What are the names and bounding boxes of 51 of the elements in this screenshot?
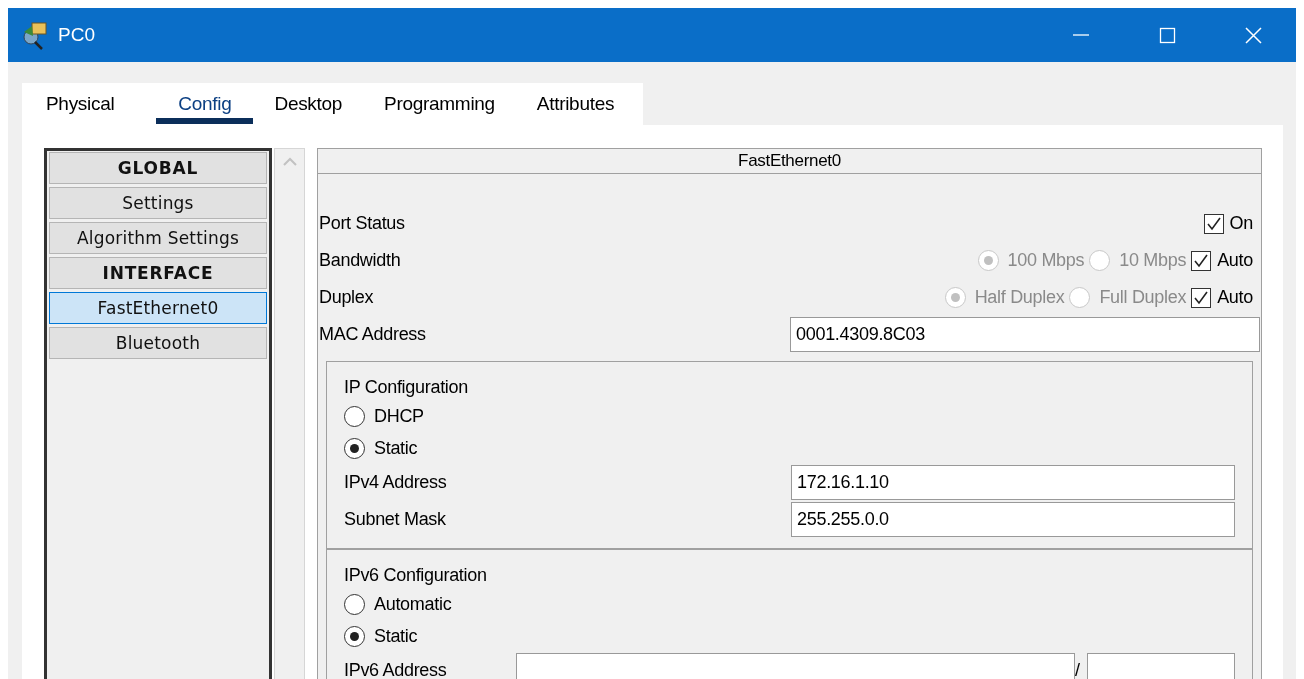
window-title: PC0 bbox=[58, 24, 96, 46]
field-label: IPv6 Address bbox=[344, 660, 447, 679]
text-field[interactable]: 255.255.0.0 bbox=[791, 502, 1235, 537]
separator: / bbox=[1075, 660, 1081, 679]
field-label: Duplex bbox=[319, 287, 374, 308]
prefix-field[interactable] bbox=[1087, 653, 1235, 679]
checkbox[interactable] bbox=[1191, 250, 1212, 271]
radio-button[interactable] bbox=[344, 437, 365, 459]
field-label: MAC Address bbox=[319, 324, 426, 345]
field-label: Bandwidth bbox=[319, 250, 401, 271]
text-field[interactable]: 0001.4309.8C03 bbox=[790, 317, 1260, 352]
tab[interactable]: Config bbox=[156, 83, 254, 125]
checkbox[interactable] bbox=[1191, 287, 1212, 308]
app-icon bbox=[23, 22, 47, 50]
scroll-up-icon[interactable] bbox=[281, 156, 298, 168]
sidebar-item[interactable]: Bluetooth bbox=[49, 327, 267, 359]
field-label: IPv4 Address bbox=[344, 472, 447, 493]
panel-title: FastEthernet0 bbox=[738, 151, 841, 171]
minimize-icon bbox=[1073, 34, 1089, 36]
radio-label: DHCP bbox=[374, 405, 424, 427]
group-title: IP Configuration bbox=[344, 376, 468, 398]
checkbox-label: On bbox=[1229, 213, 1253, 234]
sidebar-item[interactable]: Settings bbox=[49, 187, 267, 219]
field-label: Port Status bbox=[319, 213, 405, 234]
radio-label: Automatic bbox=[374, 593, 452, 615]
text-field[interactable] bbox=[516, 653, 1075, 679]
radio-button[interactable] bbox=[344, 593, 365, 615]
tab[interactable]: Desktop bbox=[274, 83, 364, 125]
radio-label: Half Duplex bbox=[974, 287, 1065, 308]
group-title: IPv6 Configuration bbox=[344, 564, 487, 586]
tab[interactable]: Attributes bbox=[536, 83, 636, 125]
sidebar-item[interactable]: Algorithm Settings bbox=[49, 222, 267, 254]
text-field[interactable]: 172.16.1.10 bbox=[791, 465, 1235, 500]
field-label: Subnet Mask bbox=[344, 509, 446, 530]
checkbox-label: Auto bbox=[1217, 287, 1253, 308]
tab[interactable]: Physical bbox=[46, 83, 136, 125]
close-icon bbox=[1243, 25, 1263, 45]
section-header: INTERFACE bbox=[49, 257, 267, 289]
checkbox[interactable] bbox=[1203, 213, 1224, 234]
radio-label: Static bbox=[374, 625, 418, 647]
tab[interactable]: Programming bbox=[384, 83, 516, 125]
checkbox-label: Auto bbox=[1217, 250, 1253, 271]
radio-label: Static bbox=[374, 437, 418, 459]
radio-label: 10 Mbps bbox=[1119, 250, 1187, 271]
radio-label: Full Duplex bbox=[1099, 287, 1187, 308]
radio-button[interactable] bbox=[344, 405, 365, 427]
section-header: GLOBAL bbox=[49, 152, 267, 184]
radio-button[interactable] bbox=[344, 625, 365, 647]
maximize-icon bbox=[1157, 25, 1177, 45]
sidebar-item[interactable]: FastEthernet0 bbox=[49, 292, 267, 324]
radio-label: 100 Mbps bbox=[1007, 250, 1085, 271]
